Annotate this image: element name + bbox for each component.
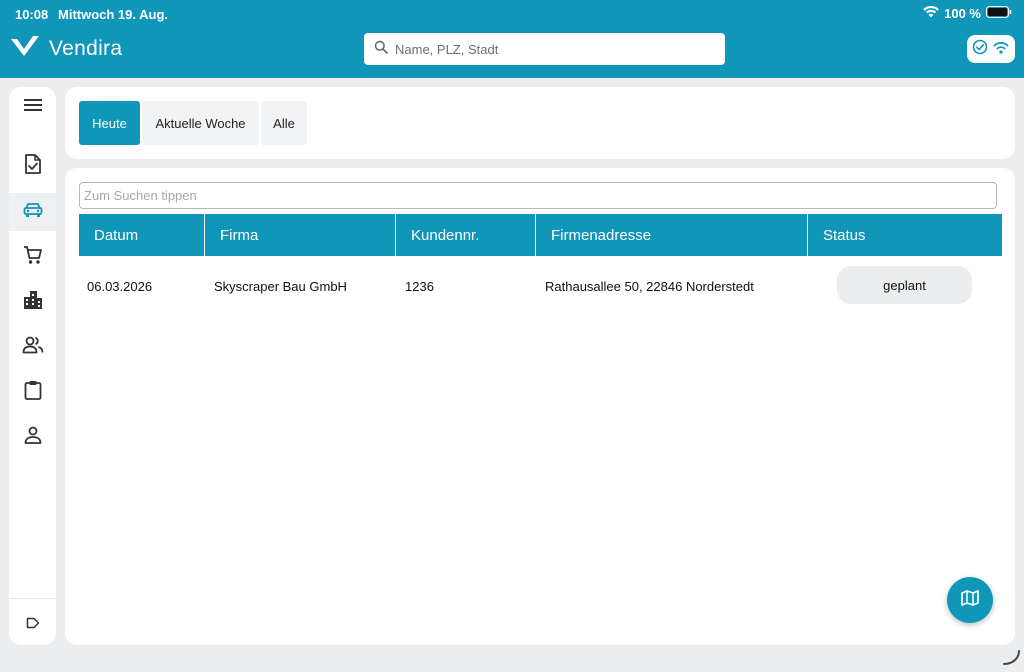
menu-icon bbox=[23, 98, 42, 117]
status-date: Mittwoch 19. Aug. bbox=[58, 7, 169, 22]
tab-aktuelle-woche[interactable]: Aktuelle Woche bbox=[142, 101, 259, 145]
sidebar-item-tasks[interactable] bbox=[9, 373, 56, 411]
search-icon bbox=[374, 40, 388, 59]
car-icon bbox=[23, 202, 43, 223]
global-search[interactable] bbox=[364, 33, 725, 65]
cell-kundennr: 1236 bbox=[405, 278, 434, 294]
table-row[interactable]: 06.03.2026 Skyscraper Bau GmbH 1236 Rath… bbox=[79, 264, 1002, 308]
buildings-icon bbox=[23, 290, 43, 315]
wifi-status-icon bbox=[923, 5, 939, 21]
column-header-firmenadresse[interactable]: Firmenadresse bbox=[536, 214, 808, 256]
resize-handle-icon bbox=[1001, 650, 1021, 671]
shopping-cart-icon bbox=[23, 245, 43, 270]
sidebar-item-orders[interactable] bbox=[9, 238, 56, 276]
status-badge[interactable]: geplant bbox=[837, 266, 972, 304]
global-search-input[interactable] bbox=[395, 41, 715, 57]
sidebar-item-visits[interactable] bbox=[9, 193, 56, 231]
sidebar-item-profile[interactable] bbox=[9, 418, 56, 456]
map-icon bbox=[961, 589, 979, 611]
cell-firma: Skyscraper Bau GmbH bbox=[214, 278, 347, 294]
map-view-button[interactable] bbox=[947, 577, 993, 623]
sidebar-item-documents[interactable] bbox=[9, 147, 56, 185]
column-header-datum[interactable]: Datum bbox=[79, 214, 205, 256]
column-header-status[interactable]: Status bbox=[808, 214, 1002, 256]
cell-firmenadresse: Rathausallee 50, 22846 Norderstedt bbox=[545, 278, 754, 294]
visits-table-card: Datum Firma Kundennr. Firmenadresse Stat… bbox=[65, 168, 1015, 645]
status-indicators: 100 % bbox=[923, 5, 1012, 21]
sidebar-item-companies[interactable] bbox=[9, 283, 56, 321]
table-header: Datum Firma Kundennr. Firmenadresse Stat… bbox=[79, 214, 1002, 256]
sidebar-divider bbox=[9, 598, 56, 599]
document-check-icon bbox=[24, 153, 42, 179]
filter-card: Heute Aktuelle Woche Alle bbox=[65, 87, 1015, 159]
tab-heute[interactable]: Heute bbox=[79, 101, 140, 145]
battery-icon bbox=[986, 6, 1012, 21]
person-icon bbox=[24, 426, 42, 449]
logo-icon bbox=[10, 35, 40, 62]
brand: Vendira bbox=[10, 35, 122, 62]
sidebar-menu-button[interactable] bbox=[9, 88, 56, 126]
brand-name: Vendira bbox=[49, 36, 123, 60]
column-header-firma[interactable]: Firma bbox=[205, 214, 396, 256]
clipboard-icon bbox=[24, 380, 42, 405]
table-search-input[interactable] bbox=[79, 182, 997, 209]
sidebar-item-contacts[interactable] bbox=[9, 328, 56, 366]
battery-percent: 100 % bbox=[944, 6, 981, 21]
people-icon bbox=[22, 336, 44, 359]
cell-datum: 06.03.2026 bbox=[87, 278, 153, 294]
status-time: 10:08 bbox=[15, 7, 49, 22]
label-icon bbox=[26, 616, 40, 634]
check-circle-icon bbox=[972, 39, 988, 60]
wifi-icon bbox=[992, 40, 1010, 59]
sidebar-item-labels[interactable] bbox=[9, 606, 56, 644]
sidebar bbox=[9, 87, 56, 645]
tab-alle[interactable]: Alle bbox=[261, 101, 307, 145]
app-header: 10:08 Mittwoch 19. Aug. 100 % Vendira bbox=[0, 0, 1024, 78]
column-header-kundennr[interactable]: Kundennr. bbox=[396, 214, 536, 256]
sync-status-button[interactable] bbox=[967, 35, 1015, 63]
